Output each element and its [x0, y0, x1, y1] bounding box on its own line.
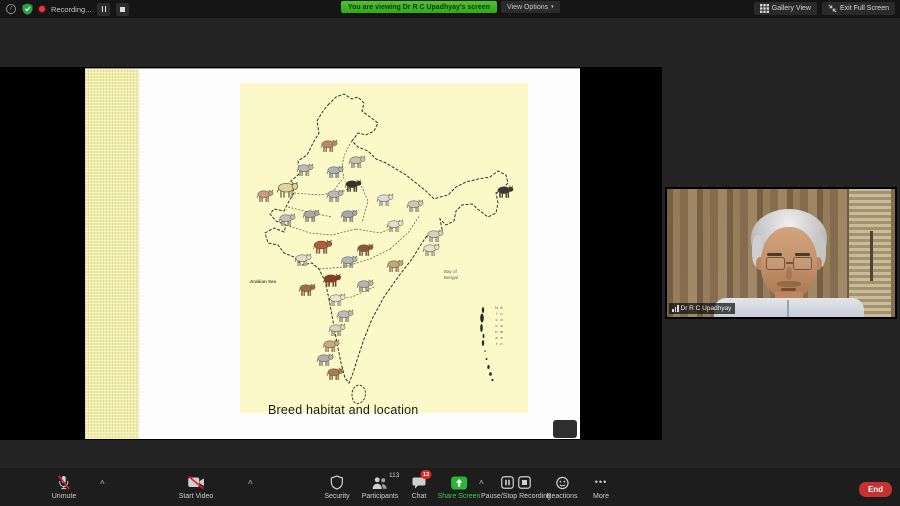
- glasses-right-lens: [793, 257, 812, 270]
- slide-scroll-thumb: [553, 420, 577, 438]
- participants-count: 113: [389, 472, 399, 479]
- viewing-banner: You are viewing Dr R C Upadhyay's screen: [341, 1, 497, 13]
- cattle-breed-marker: [326, 165, 344, 184]
- cattle-breed-marker: [348, 155, 366, 174]
- cattle-breed-marker: [386, 219, 404, 238]
- speaker-video-tile[interactable]: Dr R C Upadhyay: [665, 187, 897, 319]
- stop-recording-button[interactable]: [116, 3, 129, 16]
- grid-icon: [760, 4, 769, 13]
- unmute-button[interactable]: Unmute: [52, 475, 77, 500]
- cattle-breed-marker: [422, 243, 440, 262]
- recording-dot-icon: [39, 6, 45, 12]
- india-breed-map: Arabian Sea Bay of Bengal Andaman Nicoba…: [240, 83, 528, 413]
- meeting-toolbar: Unmute ^ Start Video ^ Security: [0, 468, 900, 506]
- pause-recording-icon: [501, 476, 514, 489]
- end-meeting-button[interactable]: End: [859, 482, 892, 497]
- top-bar: i Recording... You are viewing Dr R C Up…: [0, 0, 900, 18]
- andaman-nicobar-label: Andaman Nicobar: [494, 305, 504, 389]
- cattle-breed-marker: [320, 139, 338, 158]
- cattle-breed-marker: [278, 213, 296, 232]
- cattle-breed-marker: [302, 209, 320, 228]
- camera-off-icon: [187, 476, 204, 489]
- view-options-button[interactable]: View Options▾: [501, 1, 560, 13]
- presentation-slide: Arabian Sea Bay of Bengal Andaman Nicoba…: [85, 68, 580, 439]
- audio-options-chevron[interactable]: ^: [100, 479, 105, 488]
- shared-screen-area: Arabian Sea Bay of Bengal Andaman Nicoba…: [0, 67, 662, 440]
- speaker-shirt: [714, 298, 864, 317]
- chat-unread-badge: 13: [421, 470, 432, 479]
- share-screen-button[interactable]: Share Screen: [438, 475, 481, 500]
- participant-name-badge: Dr R C Upadhyay: [669, 303, 735, 314]
- pause-stop-recording-button[interactable]: Pause/Stop Recording: [481, 475, 551, 500]
- cattle-breed-marker: [340, 209, 358, 228]
- exit-fullscreen-icon: [828, 4, 837, 13]
- cow-layer: [240, 83, 528, 413]
- cattle-breed-marker: [386, 259, 404, 278]
- video-options-chevron[interactable]: ^: [248, 479, 253, 488]
- slide-title: Breed habitat and location: [268, 403, 418, 417]
- more-button[interactable]: ••• More: [593, 475, 609, 500]
- chat-button[interactable]: 13 Chat: [412, 475, 427, 500]
- reactions-button[interactable]: Reactions: [546, 475, 577, 500]
- cattle-breed-marker: [326, 189, 344, 208]
- pause-recording-button[interactable]: [97, 3, 110, 16]
- cattle-breed-marker: [356, 279, 374, 298]
- gallery-view-button[interactable]: Gallery View: [754, 2, 817, 15]
- curtain-slit: [870, 231, 873, 281]
- cattle-breed-marker: [376, 193, 394, 212]
- reactions-smiley-icon: [555, 476, 569, 490]
- security-button[interactable]: Security: [324, 475, 349, 500]
- zoom-meeting-window: i Recording... You are viewing Dr R C Up…: [0, 0, 900, 506]
- cattle-breed-marker: [356, 243, 374, 262]
- more-dots-icon: •••: [595, 475, 607, 490]
- participants-icon: [372, 476, 388, 490]
- cattle-breed-marker: [298, 283, 316, 302]
- cattle-breed-marker: [322, 273, 342, 293]
- cattle-breed-marker: [312, 239, 333, 260]
- mic-muted-icon: [57, 475, 71, 490]
- cattle-breed-marker: [496, 185, 514, 204]
- exit-full-screen-button[interactable]: Exit Full Screen: [822, 2, 895, 15]
- encryption-shield-icon[interactable]: [22, 3, 33, 15]
- recording-status: Recording...: [51, 5, 91, 14]
- stop-recording-icon: [518, 476, 531, 489]
- cattle-breed-marker: [344, 179, 362, 198]
- share-screen-icon: [451, 476, 468, 490]
- cattle-breed-marker: [406, 199, 424, 218]
- caret-down-icon: ▾: [551, 4, 554, 10]
- arabian-sea-label: Arabian Sea: [250, 279, 276, 284]
- slide-side-stripe: [85, 69, 139, 439]
- cattle-breed-marker: [256, 189, 274, 208]
- video-feed: Dr R C Upadhyay: [667, 189, 895, 317]
- cattle-breed-marker: [294, 253, 312, 272]
- security-shield-icon: [330, 475, 343, 490]
- cattle-breed-marker: [326, 367, 344, 386]
- cattle-breed-marker: [340, 255, 358, 274]
- cattle-breed-marker: [296, 163, 314, 182]
- start-video-button[interactable]: Start Video: [179, 475, 214, 500]
- signal-strength-icon: [672, 305, 679, 312]
- glasses-left-lens: [766, 257, 785, 270]
- cattle-breed-marker: [276, 181, 299, 204]
- participants-button[interactable]: 113 Participants: [362, 475, 399, 500]
- meeting-info-icon[interactable]: i: [6, 4, 16, 14]
- bay-of-bengal-label: Bay of Bengal: [444, 269, 470, 280]
